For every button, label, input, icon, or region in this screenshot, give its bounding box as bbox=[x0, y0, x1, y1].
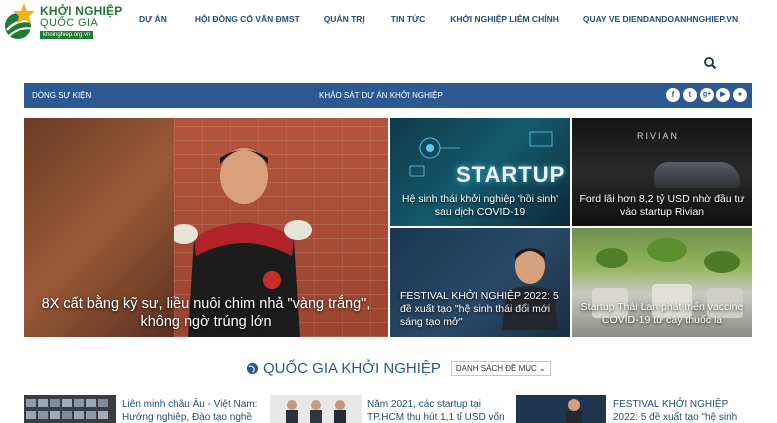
google-plus-icon[interactable]: g+ bbox=[700, 88, 714, 102]
logo-subtitle: QUỐC GIA bbox=[40, 17, 99, 29]
feature-article-title[interactable]: 8X cất bằng kỹ sư, liều nuôi chim nhả "v… bbox=[24, 295, 388, 331]
article-tile-vaccine[interactable]: Startup Thái Lan phát triển vaccine COVI… bbox=[572, 228, 752, 337]
nav-item-quan-tri[interactable]: QUẢN TRỊ bbox=[324, 14, 365, 24]
list-item[interactable]: Năm 2021, các startup tại TP.HCM thu hút… bbox=[270, 395, 505, 423]
section-heading: QUỐC GIA KHỞI NGHIỆP DANH SÁCH ĐỀ MỤC ⌄ bbox=[246, 360, 551, 377]
site-logo[interactable]: KHỞI NGHIỆP QUỐC GIA khoinghiep.org.vn bbox=[2, 2, 123, 42]
globe-icon bbox=[246, 362, 259, 375]
article-title-startup[interactable]: Hệ sinh thái khởi nghiệp 'hồi sinh' sau … bbox=[390, 193, 570, 219]
list-item-title[interactable]: Liên minh châu Âu - Việt Nam: Hướng nghi… bbox=[122, 398, 262, 423]
facebook-icon[interactable]: f bbox=[666, 88, 680, 102]
list-item-title[interactable]: Năm 2021, các startup tại TP.HCM thu hút… bbox=[367, 398, 505, 423]
article-tile-startup[interactable]: STARTUP Hệ sinh thái khởi nghiệp 'hồi si… bbox=[390, 118, 570, 226]
article-tile-ford[interactable]: RIVIAN Ford lãi hơn 8,2 tỷ USD nhờ đầu t… bbox=[572, 118, 752, 226]
nav-item-liem-chinh[interactable]: KHỞI NGHIỆP LIÊM CHÍNH bbox=[450, 14, 559, 24]
nav-item-hoi-dong[interactable]: HỘI ĐỒNG CỐ VẤN ĐMST bbox=[195, 14, 300, 24]
logo-icon bbox=[5, 3, 35, 39]
article-thumbnail bbox=[516, 395, 606, 423]
search-icon[interactable] bbox=[703, 56, 717, 70]
feature-article-main[interactable]: 8X cất bằng kỹ sư, liều nuôi chim nhả "v… bbox=[24, 118, 388, 337]
events-bar: DÒNG SỰ KIỆN KHẢO SÁT DỰ ÁN KHỞI NGHIỆP … bbox=[24, 83, 752, 108]
list-item[interactable]: Liên minh châu Âu - Việt Nam: Hướng nghi… bbox=[24, 395, 259, 423]
article-title-vaccine[interactable]: Startup Thái Lan phát triển vaccine COVI… bbox=[572, 301, 752, 327]
list-item-title[interactable]: FESTIVAL KHỞI NGHIỆP 2022: 5 đề xuất tạo… bbox=[613, 398, 752, 423]
list-item[interactable]: FESTIVAL KHỞI NGHIỆP 2022: 5 đề xuất tạo… bbox=[516, 395, 752, 423]
nav-item-dien-dan[interactable]: QUAY VE DIENDANDOANHNGHIEP.VN bbox=[583, 14, 738, 24]
section-title[interactable]: QUỐC GIA KHỞI NGHIỆP bbox=[263, 360, 441, 377]
events-label[interactable]: DÒNG SỰ KIỆN bbox=[32, 91, 91, 100]
logo-domain: khoinghiep.org.vn bbox=[40, 31, 94, 39]
category-dropdown[interactable]: DANH SÁCH ĐỀ MỤC ⌄ bbox=[450, 361, 551, 376]
youtube-icon[interactable]: ▶ bbox=[716, 88, 730, 102]
startup-overlay-text: STARTUP bbox=[456, 162, 566, 187]
article-title-ford[interactable]: Ford lãi hơn 8,2 tỷ USD nhờ đầu tư vào s… bbox=[572, 193, 752, 219]
article-title-festival[interactable]: FESTIVAL KHỞI NGHIỆP 2022: 5 đề xuất tạo… bbox=[390, 290, 570, 329]
nav-item-tin-tuc[interactable]: TIN TỨC bbox=[391, 14, 425, 24]
vehicle-image bbox=[654, 162, 740, 188]
site-header: KHỞI NGHIỆP QUỐC GIA khoinghiep.org.vn D… bbox=[0, 0, 777, 46]
article-thumbnail bbox=[270, 395, 362, 423]
user-icon[interactable]: ● bbox=[733, 88, 747, 102]
twitter-icon[interactable]: t bbox=[683, 88, 697, 102]
article-thumbnail bbox=[24, 395, 116, 423]
main-nav: DỰ ÁN HỘI ĐỒNG CỐ VẤN ĐMST QUẢN TRỊ TIN … bbox=[139, 14, 738, 24]
nav-item-du-an[interactable]: DỰ ÁN bbox=[139, 14, 167, 24]
logo-title: KHỞI NGHIỆP bbox=[40, 4, 123, 18]
survey-link[interactable]: KHẢO SÁT DỰ ÁN KHỞI NGHIỆP bbox=[319, 91, 443, 100]
article-tile-festival[interactable]: FESTIVAL KHỞI NGHIỆP 2022: 5 đề xuất tạo… bbox=[390, 228, 570, 337]
rivian-logo-text: RIVIAN bbox=[637, 131, 680, 141]
